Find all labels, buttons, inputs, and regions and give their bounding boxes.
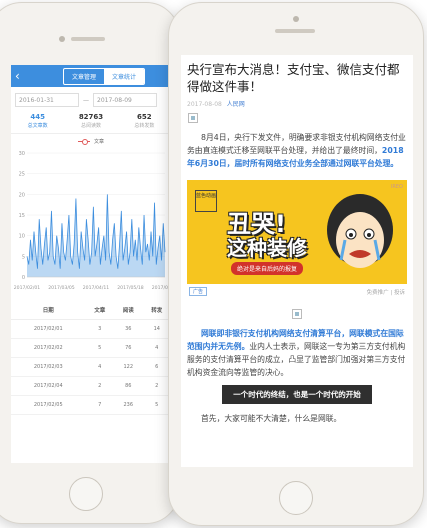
- crying-face-illustration: [327, 194, 393, 268]
- start-date-input[interactable]: 2016-01-31: [15, 93, 79, 107]
- table-row: 2017/02/03 4 122 6: [11, 357, 171, 377]
- chart-legend: 文章: [11, 138, 171, 145]
- article-source-link[interactable]: 人民网: [227, 101, 245, 108]
- y-tick-label: 10: [19, 234, 25, 240]
- stat-label: 总转发数: [134, 123, 155, 129]
- front-camera: [59, 36, 65, 42]
- paragraph-text: 8月4日，央行下发文件，明确要求非银支付机构网络支付业务由直连模式迁移至网联平台…: [187, 133, 406, 155]
- back-phone-frame: ‹ 文章管理 文章统计 2016-01-31 — 2017-08-09 445 …: [0, 2, 180, 524]
- table-row: 2017/02/01 3 36 14: [11, 319, 171, 339]
- cell-articles: 5: [85, 338, 115, 358]
- article-screen: 央行宣布大消息！支付宝、微信支付都得做这件事！ 2017-08-08 人民网 8…: [181, 55, 413, 467]
- ad-label: 广告: [189, 287, 208, 296]
- article-title: 央行宣布大消息！支付宝、微信支付都得做这件事！: [187, 62, 400, 94]
- home-button[interactable]: [69, 477, 103, 511]
- table-header-row: 日期 文章 阅读 转发: [11, 301, 171, 320]
- date-range: 2016-01-31 — 2017-08-09: [11, 87, 171, 111]
- col-date: 日期: [11, 301, 86, 320]
- y-tick-label: 30: [19, 151, 25, 157]
- ad-slogan: 绝对是来自后妈的报复: [231, 262, 304, 275]
- articles-line-chart: 0 5 10 15 20 25 30 2017/02/01 2017/03/05 2017/04/…: [14, 151, 171, 291]
- stat-total-reads[interactable]: 82763 总阅读数: [64, 113, 117, 129]
- article-body: 央行宣布大消息！支付宝、微信支付都得做这件事！ 2017-08-08 人民网 8…: [181, 55, 413, 425]
- broken-image-icon: [188, 113, 198, 123]
- section-banner: 一个时代的终结，也是一个时代的开始: [222, 385, 372, 404]
- col-shares: 转发: [142, 301, 171, 320]
- stat-value: 82763: [78, 113, 104, 121]
- stat-value: 445: [30, 113, 45, 121]
- x-tick-label: 2017/03/05: [48, 285, 75, 291]
- stat-total-shares[interactable]: 652 总转发数: [118, 113, 171, 129]
- y-tick-label: 5: [22, 254, 25, 260]
- tab-article-management[interactable]: 文章管理: [64, 69, 104, 84]
- stat-label: 总文章数: [27, 123, 48, 129]
- tab-article-stats[interactable]: 文章统计: [104, 68, 145, 84]
- home-button[interactable]: [279, 481, 313, 515]
- stat-value: 652: [137, 113, 152, 121]
- cell-date: 2017/02/03: [11, 357, 86, 377]
- cell-articles: 7: [85, 395, 115, 415]
- cell-date: 2017/02/05: [11, 395, 86, 415]
- stat-label: 总阅读数: [80, 123, 101, 129]
- legend-marker: [77, 139, 90, 145]
- cell-shares: 14: [142, 319, 171, 339]
- broken-image-icon: [292, 309, 302, 319]
- app-header: ‹ 文章管理 文章统计: [11, 65, 171, 87]
- stat-total-articles[interactable]: 445 总文章数: [11, 113, 64, 129]
- earpiece: [275, 29, 315, 33]
- y-tick-label: 20: [19, 192, 25, 198]
- ad-report-link[interactable]: 免费推广 | 投诉: [367, 288, 405, 296]
- cell-shares: 4: [142, 338, 171, 358]
- cell-articles: 4: [85, 357, 115, 377]
- cell-reads: 86: [114, 376, 143, 396]
- x-tick-label: 2017/05/18: [117, 285, 144, 291]
- stats-screen: ‹ 文章管理 文章统计 2016-01-31 — 2017-08-09 445 …: [11, 65, 171, 463]
- ad-footer: 广告 免费推广 | 投诉: [187, 284, 407, 299]
- legend-label: 文章: [93, 139, 104, 145]
- end-date-input[interactable]: 2017-08-09: [93, 93, 157, 107]
- x-tick-label: 2017/04/11: [83, 285, 110, 291]
- cell-reads: 122: [114, 357, 143, 377]
- col-articles: 文章: [85, 301, 115, 320]
- cell-shares: 5: [142, 395, 171, 415]
- cell-reads: 76: [114, 338, 143, 358]
- article-date: 2017-08-08: [187, 101, 222, 108]
- table-row: 2017/02/02 5 76 4: [11, 338, 171, 358]
- y-tick-label: 0: [22, 275, 25, 281]
- stats-table: 日期 文章 阅读 转发 2017/02/01 3 36 14 2017/02/0…: [11, 301, 171, 415]
- cell-date: 2017/02/01: [11, 319, 86, 339]
- cell-date: 2017/02/02: [11, 338, 86, 358]
- cell-date: 2017/02/04: [11, 376, 86, 396]
- article-paragraph: 网联即非银行支付机构网络支付清算平台，网联模式在国际范围内并无先例。业内人士表示…: [187, 327, 407, 379]
- cell-reads: 36: [114, 319, 143, 339]
- date-separator: —: [83, 96, 89, 104]
- y-tick-label: 25: [19, 172, 25, 178]
- article-paragraph: 8月4日，央行下发文件，明确要求非银支付机构网络支付业务由直连模式迁移至网联平台…: [187, 131, 407, 170]
- front-camera: [293, 16, 299, 22]
- cell-reads: 236: [114, 395, 143, 415]
- stats-summary: 445 总文章数 82763 总阅读数 652 总转发数: [11, 111, 171, 134]
- front-phone-frame: 央行宣布大消息！支付宝、微信支付都得做这件事！ 2017-08-08 人民网 8…: [168, 2, 424, 526]
- cell-shares: 2: [142, 376, 171, 396]
- ad-logo: 蓝色动画: [195, 190, 217, 212]
- cell-shares: 6: [142, 357, 171, 377]
- advertisement-banner[interactable]: 蓝色动画 IREO 丑哭! 这种装修 绝对是来自后妈的报复: [187, 180, 407, 284]
- article-meta: 2017-08-08 人民网: [187, 99, 407, 108]
- y-tick-label: 15: [19, 213, 25, 219]
- x-tick-label: 2017/02/01: [14, 285, 41, 291]
- ad-headline: 这种装修: [227, 236, 307, 260]
- back-arrow-icon[interactable]: ‹: [15, 69, 29, 83]
- earpiece: [71, 37, 105, 41]
- article-paragraph: 首先，大家可能不大清楚，什么是网联。: [201, 414, 342, 423]
- col-reads: 阅读: [114, 301, 143, 320]
- cell-articles: 3: [85, 319, 115, 339]
- tab-switcher: 文章管理 文章统计: [63, 67, 146, 85]
- table-row: 2017/02/04 2 86 2: [11, 376, 171, 396]
- cell-articles: 2: [85, 376, 115, 396]
- table-row: 2017/02/05 7 236 5: [11, 395, 171, 415]
